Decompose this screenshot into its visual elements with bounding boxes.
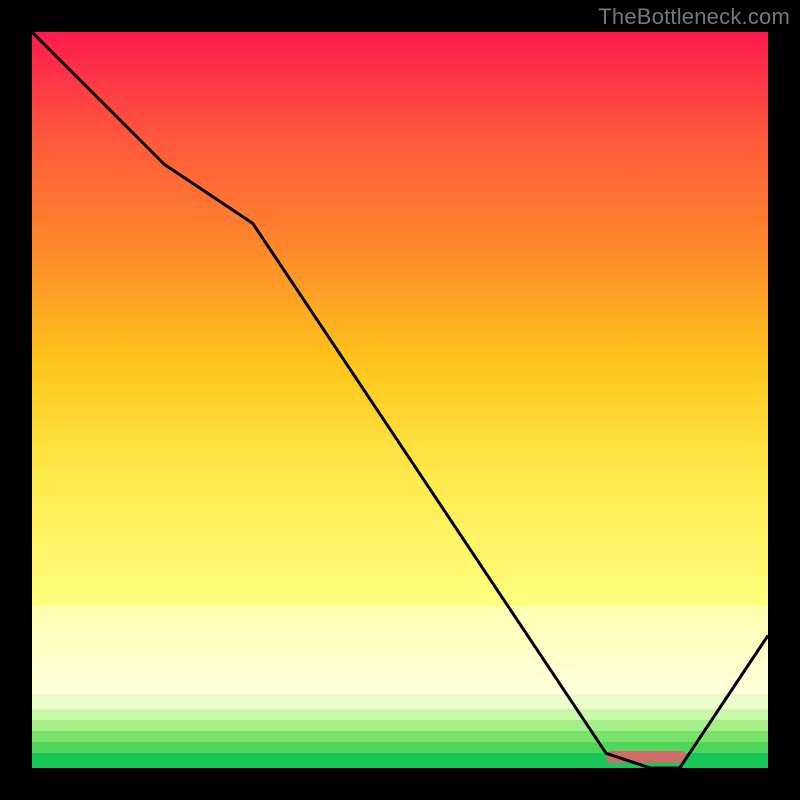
bottleneck-curve bbox=[32, 32, 768, 768]
watermark-text: TheBottleneck.com bbox=[598, 4, 790, 30]
curve-path bbox=[32, 32, 768, 768]
chart-frame bbox=[32, 32, 768, 768]
